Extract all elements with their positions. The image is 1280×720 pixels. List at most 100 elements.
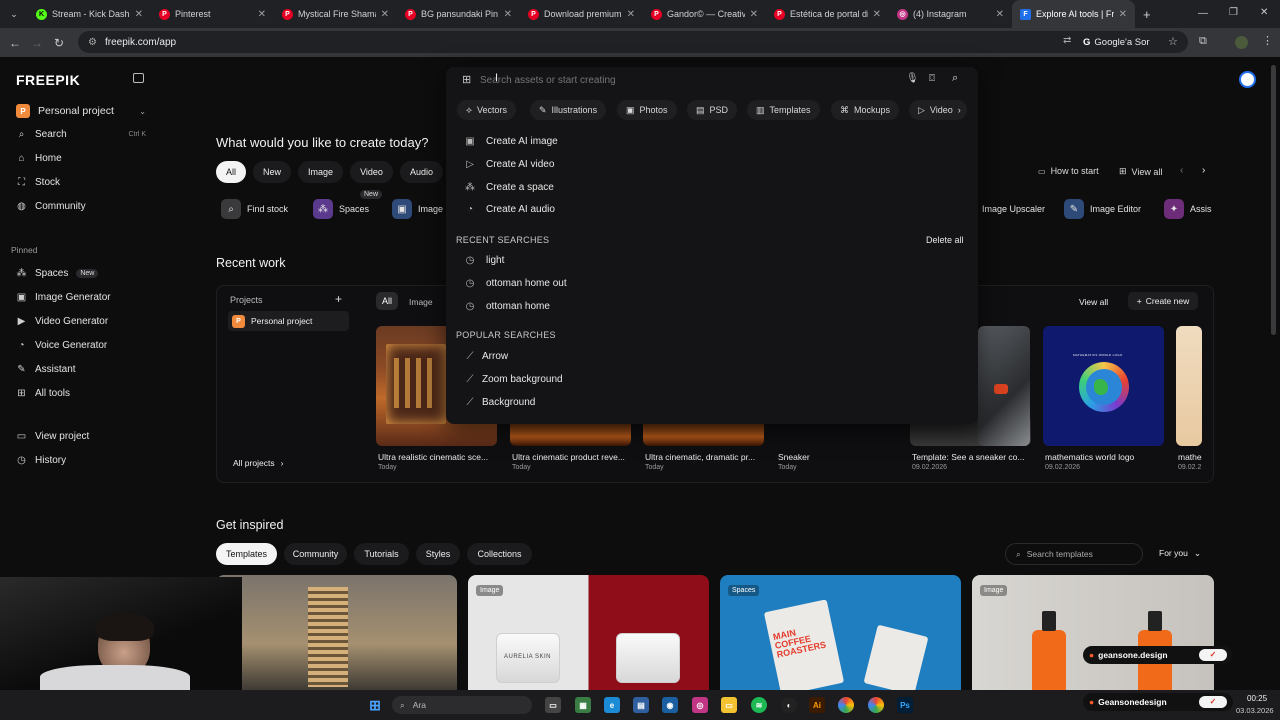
close-tab-icon[interactable]: ✕ [504, 9, 512, 20]
carousel-next-icon[interactable]: › [1202, 165, 1205, 176]
popular-search-item[interactable]: ⟋ Background [464, 397, 536, 408]
clock-date[interactable]: 03.03.2026 [1236, 706, 1274, 715]
quick-tool-image-upscaler[interactable]: Image Upscaler [982, 198, 1045, 220]
recent-tab-image[interactable]: Image [409, 297, 433, 307]
inspired-card[interactable]: Image AURELIA SKIN [468, 575, 709, 690]
close-tab-icon[interactable]: ✕ [1119, 9, 1127, 20]
category-vectors[interactable]: ⟡ Vectors [457, 100, 516, 120]
task-view-icon[interactable]: ▭ [545, 697, 561, 713]
inspired-card[interactable] [216, 575, 457, 690]
inspired-tab-styles[interactable]: Styles [416, 543, 460, 565]
browser-tab[interactable]: P Download premium ✕ [520, 0, 643, 28]
quick-tool-image[interactable]: ▣ Image [392, 198, 443, 220]
browser-tab[interactable]: KStream - Kick Dashbo✕ [28, 0, 151, 28]
recent-thumbnail-logo[interactable]: MATHEMATICS WORLD LOGO [1043, 326, 1164, 446]
sidebar-item-all-tools[interactable]: ⊞ All tools [16, 388, 70, 399]
browser-menu-icon[interactable]: ⋮ [1262, 34, 1273, 47]
file-explorer-icon[interactable]: ▭ [721, 697, 737, 713]
forward-icon[interactable]: → [26, 36, 48, 50]
browser-tab[interactable]: PMystical Fire Shaman✕ [274, 0, 397, 28]
tab-list-chevron-icon[interactable]: ⌄ [0, 9, 28, 20]
windows-start-icon[interactable]: ⊞ [367, 697, 383, 713]
sort-dropdown[interactable]: For you ⌄ [1159, 548, 1201, 559]
view-all-recent-link[interactable]: View all [1079, 297, 1108, 307]
delete-all-link[interactable]: Delete all [926, 235, 964, 245]
app-icon[interactable]: ▦ [575, 697, 591, 713]
chrome-icon[interactable] [868, 697, 884, 713]
recent-search-item[interactable]: ◷ light [464, 255, 505, 266]
sidebar-item-image-generator[interactable]: ▣ Image Generator [16, 292, 111, 303]
quick-tool-image-editor[interactable]: ✎ Image Editor [1064, 198, 1141, 220]
page-scrollbar[interactable] [1271, 65, 1276, 335]
new-tab-button[interactable]: + [1135, 0, 1157, 28]
spotify-icon[interactable]: ≋ [751, 697, 767, 713]
taskbar-search-box[interactable]: ⌕ Ara [392, 696, 532, 714]
recent-tab-all[interactable]: All [376, 292, 398, 310]
sidebar-item-stock[interactable]: ⛶ Stock [16, 177, 60, 188]
filter-new[interactable]: New [253, 161, 291, 183]
browser-tab[interactable]: ◎ (4) Instagram ✕ [889, 0, 1012, 28]
sidebar-item-view-project[interactable]: ▭ View project [16, 431, 90, 442]
camera-search-icon[interactable]: ⌼ [929, 73, 935, 84]
recent-thumbnail[interactable] [978, 326, 1030, 446]
filter-image[interactable]: Image [298, 161, 343, 183]
extensions-icon[interactable]: ⧉ [1199, 35, 1207, 48]
inspired-tab-collections[interactable]: Collections [467, 543, 532, 565]
category-video[interactable]: ▷ Video › [909, 100, 967, 120]
close-tab-icon[interactable]: ✕ [135, 9, 143, 20]
site-settings-icon[interactable]: ⚙ [88, 37, 97, 48]
reload-icon[interactable]: ↻ [48, 36, 70, 50]
view-all-tools-link[interactable]: ⊞ View all [1119, 166, 1162, 177]
search-submit-icon[interactable]: ⌕ [952, 72, 958, 85]
collapse-sidebar-icon[interactable] [133, 73, 144, 83]
inspired-tab-tutorials[interactable]: Tutorials [354, 543, 409, 565]
create-ai-video-item[interactable]: ▷ Create AI video [464, 159, 554, 170]
instagram-icon[interactable]: ◎ [692, 697, 708, 713]
browser-tab[interactable]: P Estética de portal dig ✕ [766, 0, 889, 28]
store-icon[interactable]: ▤ [633, 697, 649, 713]
sidebar-item-home[interactable]: ⌂ Home [16, 153, 61, 164]
sidebar-item-assistant[interactable]: ✎ Assistant [16, 364, 75, 375]
popular-search-item[interactable]: ⟋ Arrow [464, 351, 509, 362]
user-avatar[interactable] [1239, 71, 1256, 88]
close-tab-icon[interactable]: ✕ [996, 9, 1004, 20]
bookmark-star-icon[interactable]: ☆ [1168, 35, 1178, 48]
browser-tab[interactable]: P Pinterest ✕ [151, 0, 274, 28]
create-ai-image-item[interactable]: ▣ Create AI image [464, 136, 557, 147]
category-photos[interactable]: ▣ Photos [617, 100, 677, 120]
freepik-logo[interactable]: FREEPIK [16, 72, 80, 88]
profile-avatar[interactable] [1235, 36, 1248, 49]
filter-all[interactable]: All [216, 161, 246, 183]
close-tab-icon[interactable]: ✕ [627, 9, 635, 20]
category-illustrations[interactable]: ✎ Illustrations [530, 100, 607, 120]
category-mockups[interactable]: ⌘ Mockups [831, 100, 900, 120]
filter-audio[interactable]: Audio [400, 161, 443, 183]
filter-video[interactable]: Video [350, 161, 393, 183]
inspired-tab-community[interactable]: Community [284, 543, 347, 565]
obs-icon[interactable]: ◐ [781, 697, 797, 713]
inspired-card[interactable]: Spaces MAIN COFFEE ROASTERS [720, 575, 961, 690]
inspired-card[interactable]: Image [972, 575, 1214, 690]
chrome-icon[interactable] [838, 697, 854, 713]
clock-time[interactable]: 00:25 [1247, 694, 1267, 703]
minimize-icon[interactable]: — [1198, 8, 1208, 19]
quick-tool-assistant[interactable]: ✦ Assis [1164, 198, 1212, 220]
translate-icon[interactable]: ⇄ [1063, 35, 1071, 46]
back-icon[interactable]: ← [4, 36, 26, 50]
microphone-icon[interactable]: 🎙 [906, 73, 919, 84]
sidebar-item-search[interactable]: ⌕ Search Ctrl K [16, 129, 146, 140]
close-tab-icon[interactable]: ✕ [873, 9, 881, 20]
create-space-item[interactable]: ⁂ Create a space [464, 182, 554, 193]
popular-search-item[interactable]: ⟋ Zoom background [464, 374, 563, 385]
restore-icon[interactable]: ❐ [1229, 7, 1238, 18]
address-bar[interactable]: ⚙ freepik.com/app ⇄ G Google'a Sor ☆ [78, 31, 1188, 53]
create-new-button[interactable]: + Create new [1128, 292, 1198, 310]
sidebar-item-spaces[interactable]: ⁂ Spaces New [16, 268, 99, 279]
close-tab-icon[interactable]: ✕ [381, 9, 389, 20]
edge-icon[interactable]: e [604, 697, 620, 713]
sidebar-item-community[interactable]: ◍ Community [16, 201, 85, 212]
project-item-personal[interactable]: P Personal project [228, 311, 349, 331]
close-window-icon[interactable]: ✕ [1260, 7, 1268, 18]
how-to-start-link[interactable]: ▭ How to start [1038, 166, 1099, 176]
photoshop-icon[interactable]: Ps [897, 697, 913, 713]
